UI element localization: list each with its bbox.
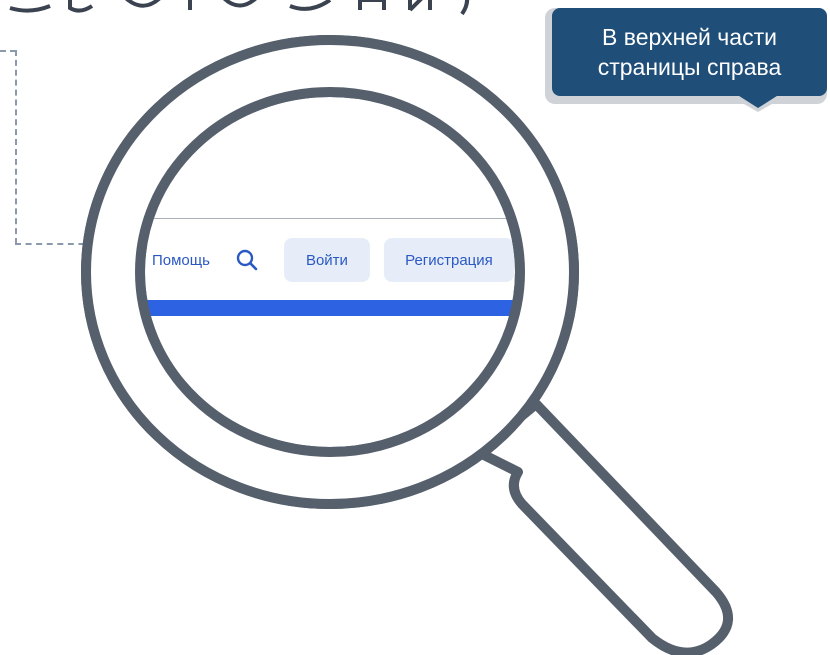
help-link[interactable]: Помощь: [152, 252, 210, 269]
header-nav: Помощь Войти Регистрация: [152, 238, 514, 282]
leader-line-bottom: [15, 243, 95, 245]
callout-line-2: страницы справа: [597, 54, 782, 80]
magnified-header-region: Помощь Войти Регистрация: [108, 60, 548, 500]
blue-banner-strip: [108, 300, 548, 316]
cropped-heading-glyphs: [9, 0, 470, 16]
callout-text-area: В верхней части страницы справа: [552, 8, 827, 96]
search-icon[interactable]: [234, 247, 260, 273]
callout-line-1: В верхней части: [602, 24, 777, 50]
cropped-heading-fragment: [0, 0, 560, 40]
leader-line-vertical: [15, 50, 17, 244]
callout-tail: [736, 94, 780, 108]
leader-line-top: [0, 50, 16, 52]
slide-canvas: В верхней части страницы справа Помощь В…: [0, 0, 830, 655]
login-button[interactable]: Войти: [283, 238, 370, 282]
callout-box: В верхней части страницы справа: [545, 8, 827, 104]
header-divider: [108, 218, 548, 219]
register-button[interactable]: Регистрация: [383, 238, 514, 282]
magnifier-handle: [473, 399, 734, 655]
search-icon-glyph: [236, 249, 258, 271]
